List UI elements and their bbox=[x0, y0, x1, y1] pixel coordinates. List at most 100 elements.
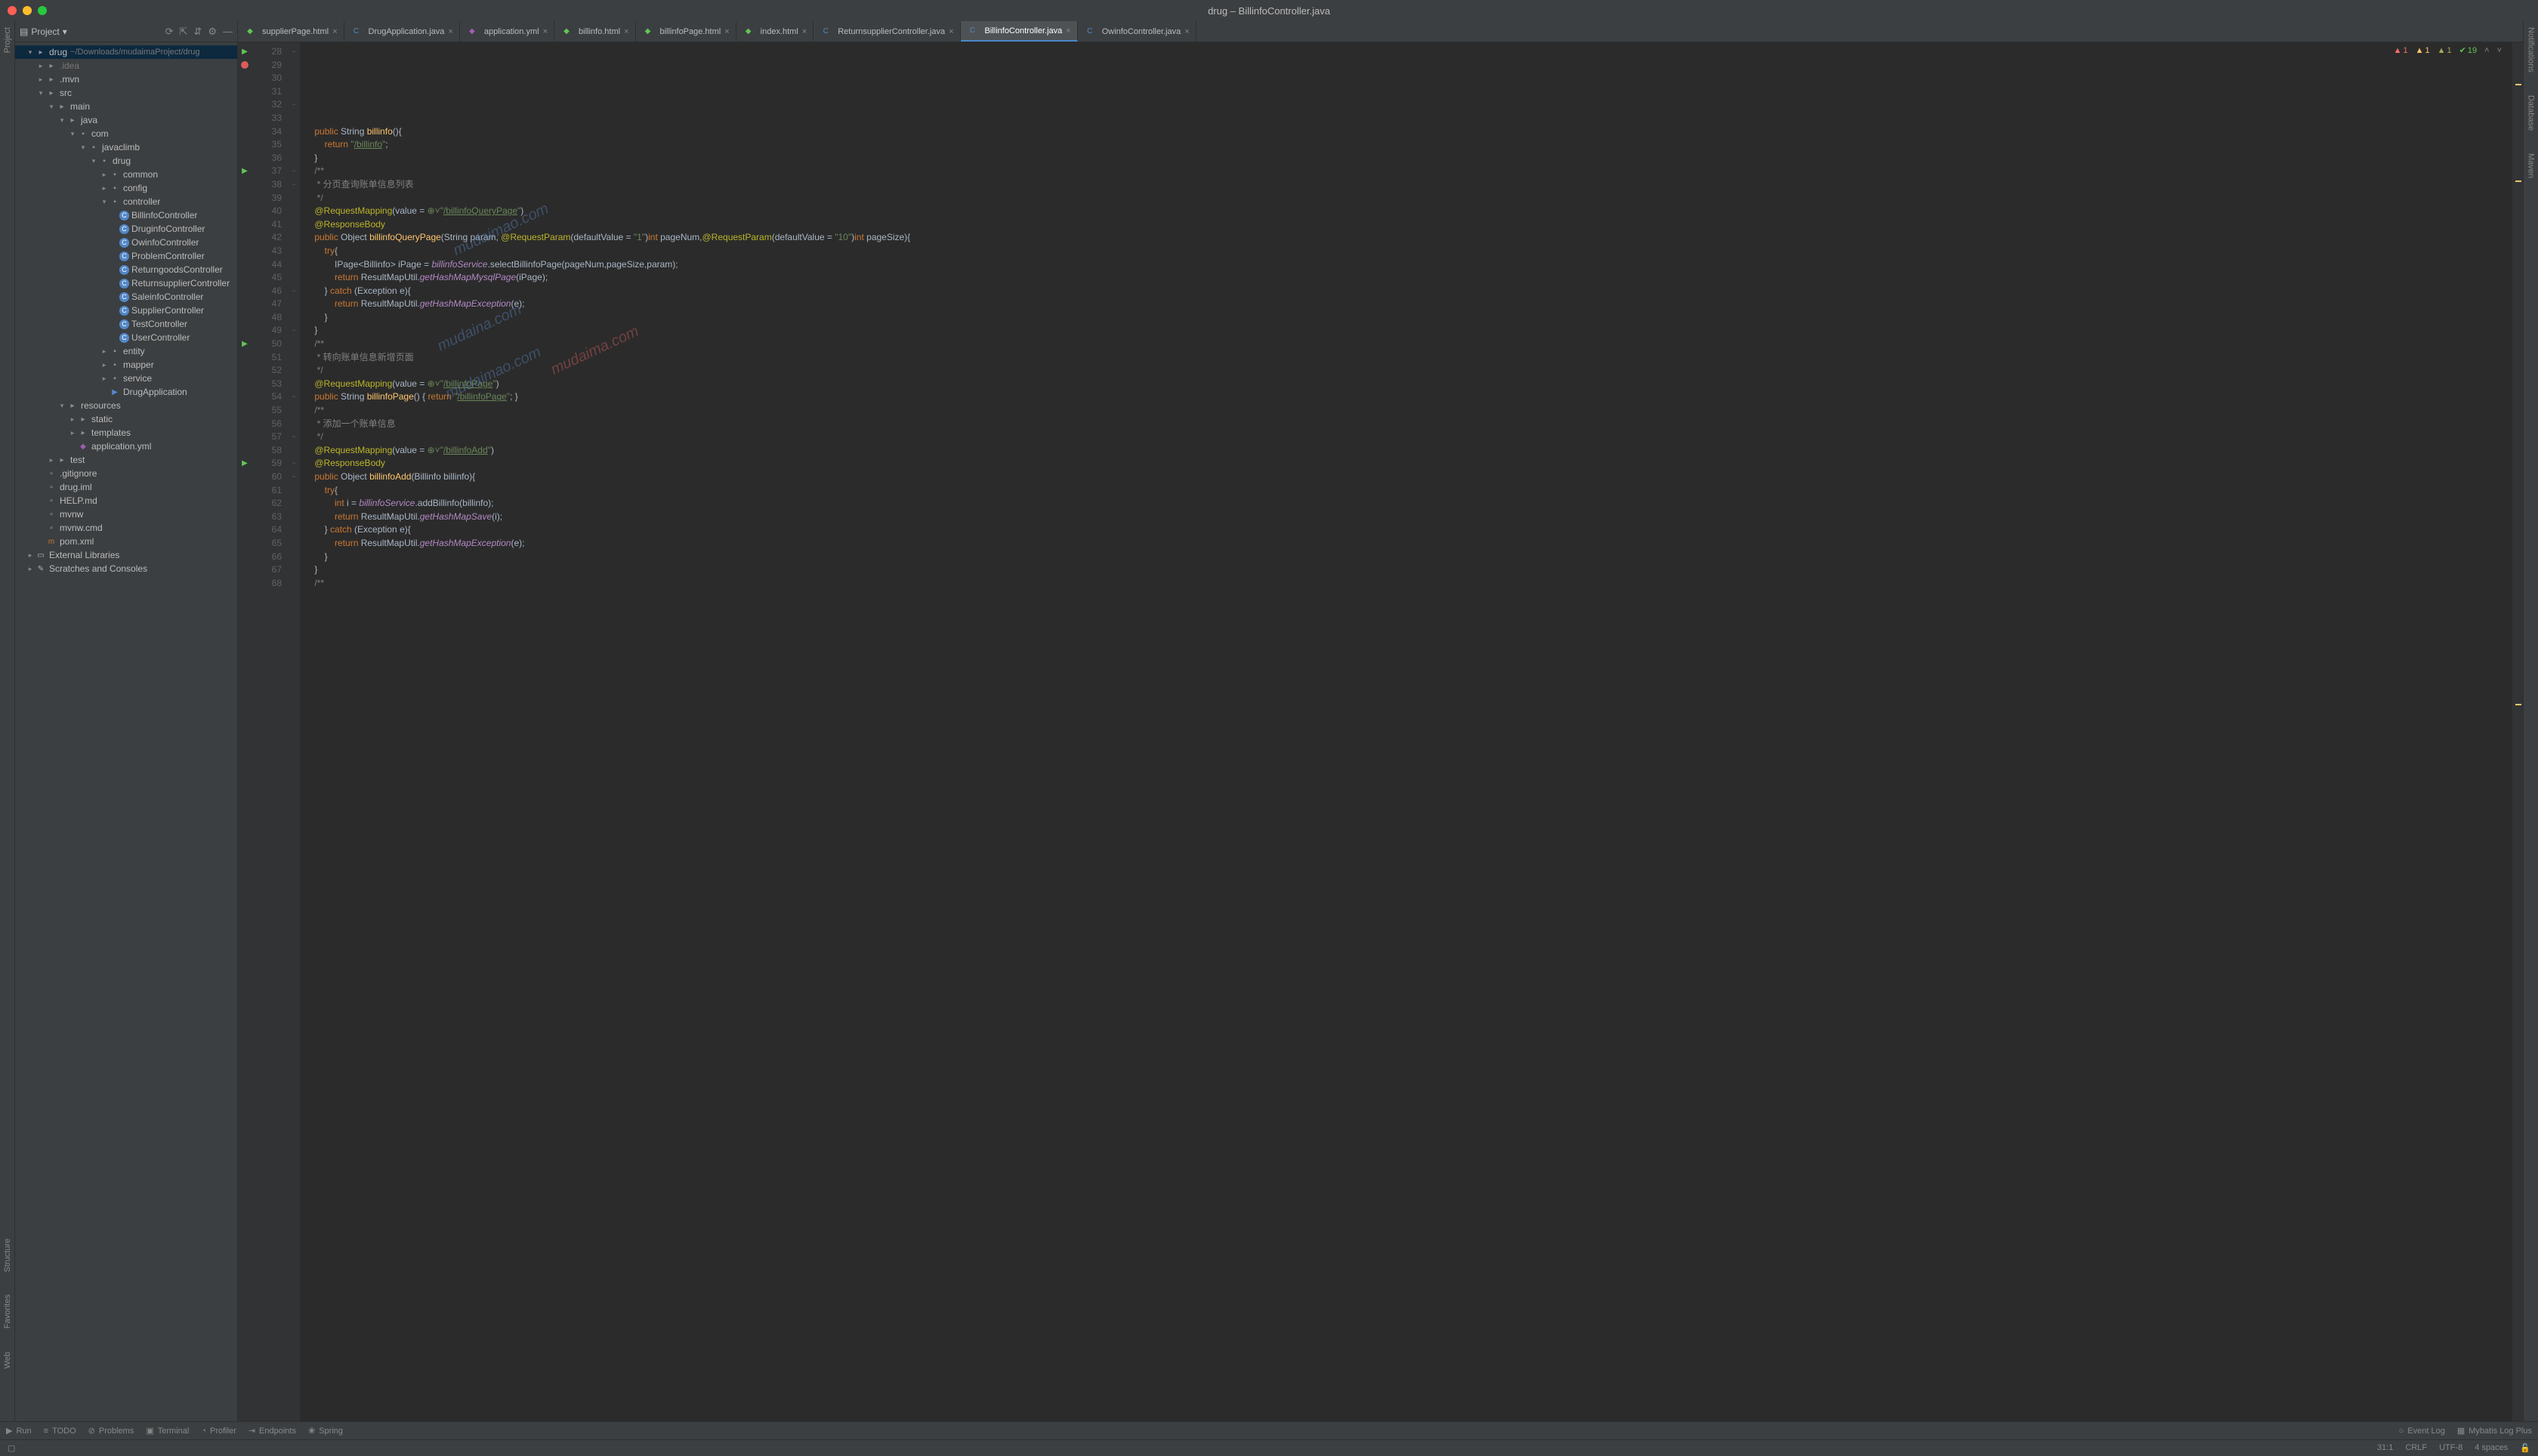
tree-arrow-icon[interactable]: ▸ bbox=[100, 347, 109, 356]
tree-node[interactable]: ▾▪com bbox=[15, 127, 237, 140]
tree-arrow-icon[interactable]: ▾ bbox=[57, 402, 66, 410]
tree-node[interactable]: ▸▸static bbox=[15, 412, 237, 426]
project-tree[interactable]: ▾▸drug ~/Downloads/mudaimaProject/drug▸▸… bbox=[15, 42, 237, 1421]
toolwindow-profiler[interactable]: ◔Profiler bbox=[201, 1426, 236, 1436]
editor-tab[interactable]: CBillinfoController.java× bbox=[961, 21, 1078, 42]
tab-close-icon[interactable]: × bbox=[624, 27, 628, 36]
sidebar-toolbar-icon[interactable]: ⇱ bbox=[180, 26, 188, 38]
tree-node[interactable]: ▫HELP.md bbox=[15, 494, 237, 507]
rail-favorites[interactable]: Favorites bbox=[3, 1294, 12, 1328]
tab-close-icon[interactable]: × bbox=[332, 27, 337, 36]
rail-maven[interactable]: Maven bbox=[2527, 153, 2536, 178]
gutter-icons[interactable]: ▶▶▶▶ bbox=[238, 42, 252, 1421]
tree-node[interactable]: ▾▸src bbox=[15, 86, 237, 100]
tab-close-icon[interactable]: × bbox=[1066, 26, 1070, 35]
tree-node[interactable]: ▸▪entity bbox=[15, 344, 237, 358]
editor-tab[interactable]: COwinfoController.java× bbox=[1078, 21, 1196, 42]
tree-node[interactable]: COwinfoController bbox=[15, 236, 237, 249]
editor-tab[interactable]: ◆supplierPage.html× bbox=[238, 21, 344, 42]
close-window[interactable] bbox=[8, 6, 17, 15]
tree-arrow-icon[interactable]: ▸ bbox=[47, 456, 56, 464]
minimize-window[interactable] bbox=[23, 6, 32, 15]
breakpoint-icon[interactable] bbox=[241, 61, 249, 69]
toolwindow-todo[interactable]: ≡TODO bbox=[44, 1426, 76, 1436]
tab-close-icon[interactable]: × bbox=[1184, 27, 1189, 36]
toolwindow-spring[interactable]: ❀Spring bbox=[308, 1426, 343, 1436]
tree-node[interactable]: CSupplierController bbox=[15, 304, 237, 317]
tree-node[interactable]: ▾▸drug ~/Downloads/mudaimaProject/drug bbox=[15, 45, 237, 59]
tree-node[interactable]: CSaleinfoController bbox=[15, 290, 237, 304]
tree-arrow-icon[interactable]: ▾ bbox=[36, 89, 45, 97]
tree-node[interactable]: CProblemController bbox=[15, 249, 237, 263]
tree-node[interactable]: ▾▪controller bbox=[15, 195, 237, 208]
tree-node[interactable]: mpom.xml bbox=[15, 535, 237, 548]
tree-arrow-icon[interactable]: ▸ bbox=[100, 171, 109, 179]
toolwindow-event-log[interactable]: ○Event Log bbox=[2399, 1426, 2445, 1436]
tree-node[interactable]: ▸▭External Libraries bbox=[15, 548, 237, 562]
status-icon[interactable]: ▢ bbox=[8, 1443, 15, 1453]
editor-tab[interactable]: ◆application.yml× bbox=[460, 21, 554, 42]
tree-arrow-icon[interactable]: ▾ bbox=[68, 130, 77, 138]
tree-node[interactable]: ▸▸templates bbox=[15, 426, 237, 440]
tree-arrow-icon[interactable]: ▾ bbox=[26, 48, 35, 57]
tree-node[interactable]: ▫.gitignore bbox=[15, 467, 237, 480]
window-controls[interactable] bbox=[8, 6, 47, 15]
tree-arrow-icon[interactable]: ▾ bbox=[89, 157, 98, 165]
line-ending[interactable]: CRLF bbox=[2405, 1443, 2427, 1453]
error-stripe[interactable] bbox=[2512, 42, 2523, 1421]
tree-node[interactable]: ▾▪javaclimb bbox=[15, 140, 237, 154]
tree-node[interactable]: CBillinfoController bbox=[15, 208, 237, 222]
tree-arrow-icon[interactable]: ▾ bbox=[57, 116, 66, 125]
rail-notifications[interactable]: Notifications bbox=[2527, 27, 2536, 72]
tree-node[interactable]: ▫mvnw bbox=[15, 507, 237, 521]
tree-arrow-icon[interactable]: ▸ bbox=[100, 184, 109, 193]
tree-arrow-icon[interactable]: ▸ bbox=[36, 62, 45, 70]
caret-position[interactable]: 31:1 bbox=[2377, 1443, 2393, 1453]
run-gutter-icon[interactable]: ▶ bbox=[242, 338, 248, 351]
tree-arrow-icon[interactable]: ▾ bbox=[47, 103, 56, 111]
tree-node[interactable]: CUserController bbox=[15, 331, 237, 344]
sidebar-toolbar-icon[interactable]: ⇵ bbox=[193, 26, 202, 38]
tree-node[interactable]: ▾▸main bbox=[15, 100, 237, 113]
typo-count[interactable]: ✔ 19 bbox=[2459, 45, 2477, 55]
toolwindow-run[interactable]: ▶Run bbox=[6, 1426, 32, 1436]
tab-close-icon[interactable]: × bbox=[949, 27, 953, 36]
rail-structure[interactable]: Structure bbox=[3, 1239, 12, 1272]
warning-count[interactable]: ▲ 1 bbox=[2416, 45, 2430, 55]
editor-tab[interactable]: CReturnsupplierController.java× bbox=[814, 21, 960, 42]
tree-node[interactable]: ▾▪drug bbox=[15, 154, 237, 168]
toolwindow-mybatis-log-plus[interactable]: ▦Mybatis Log Plus bbox=[2457, 1426, 2532, 1436]
rail-database[interactable]: Database bbox=[2527, 95, 2536, 131]
run-gutter-icon[interactable]: ▶ bbox=[242, 165, 248, 178]
tab-close-icon[interactable]: × bbox=[802, 27, 807, 36]
tree-arrow-icon[interactable]: ▸ bbox=[36, 76, 45, 84]
fold-gutter[interactable]: − − −− − − − − −− bbox=[288, 42, 300, 1421]
editor-tab[interactable]: CDrugApplication.java× bbox=[344, 21, 460, 42]
encoding[interactable]: UTF-8 bbox=[2439, 1443, 2462, 1453]
tree-arrow-icon[interactable]: ▸ bbox=[100, 375, 109, 383]
inspection-down-icon[interactable]: ˅ bbox=[2497, 45, 2502, 55]
toolwindow-problems[interactable]: ⊘Problems bbox=[88, 1426, 134, 1436]
tree-node[interactable]: CReturngoodsController bbox=[15, 263, 237, 276]
tab-close-icon[interactable]: × bbox=[448, 27, 452, 36]
editor-tab[interactable]: ◆index.html× bbox=[736, 21, 814, 42]
rail-project[interactable]: Project bbox=[3, 27, 12, 53]
tree-node[interactable]: ▸▸test bbox=[15, 453, 237, 467]
weak-warning-count[interactable]: ▲ 1 bbox=[2438, 45, 2452, 55]
lock-icon[interactable]: 🔓 bbox=[2520, 1443, 2530, 1453]
tab-close-icon[interactable]: × bbox=[724, 27, 729, 36]
maximize-window[interactable] bbox=[38, 6, 47, 15]
editor-tab[interactable]: ◆billinfoPage.html× bbox=[636, 21, 736, 42]
tree-node[interactable]: ▸▸.idea bbox=[15, 59, 237, 72]
toolwindow-terminal[interactable]: ▣Terminal bbox=[146, 1426, 189, 1436]
tree-node[interactable]: ▫mvnw.cmd bbox=[15, 521, 237, 535]
sidebar-toolbar-icon[interactable]: ⟳ bbox=[165, 26, 174, 38]
tree-node[interactable]: ▸▸.mvn bbox=[15, 72, 237, 86]
tree-arrow-icon[interactable]: ▸ bbox=[68, 415, 77, 424]
tree-node[interactable]: CTestController bbox=[15, 317, 237, 331]
run-gutter-icon[interactable]: ▶ bbox=[242, 45, 248, 59]
tree-node[interactable]: ◆application.yml bbox=[15, 440, 237, 453]
sidebar-title[interactable]: ▤ Project ▾ bbox=[20, 26, 161, 37]
inspection-up-icon[interactable]: ˄ bbox=[2484, 45, 2489, 55]
tree-node[interactable]: ▾▸resources bbox=[15, 399, 237, 412]
